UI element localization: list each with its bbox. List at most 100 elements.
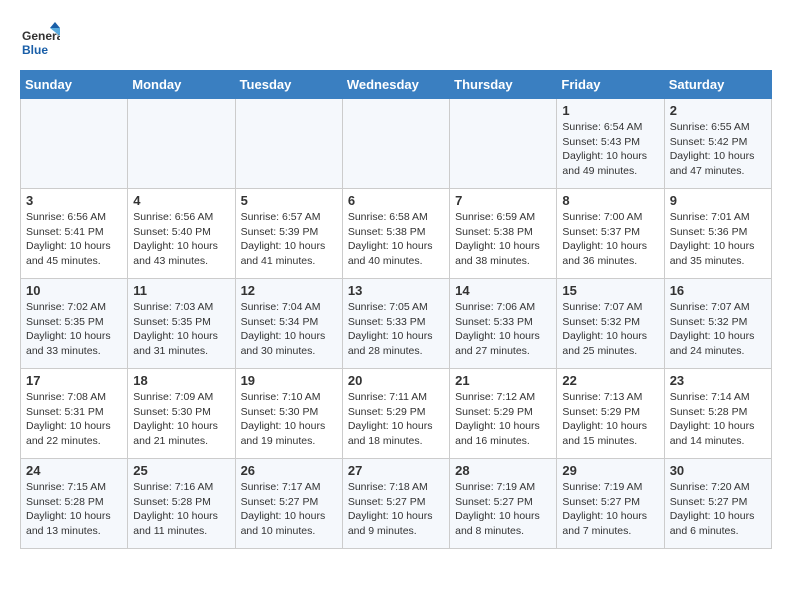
day-info: Sunrise: 7:20 AM Sunset: 5:27 PM Dayligh… (670, 480, 766, 539)
day-info: Sunrise: 7:13 AM Sunset: 5:29 PM Dayligh… (562, 390, 658, 449)
day-number: 23 (670, 373, 766, 388)
day-cell: 1Sunrise: 6:54 AM Sunset: 5:43 PM Daylig… (557, 99, 664, 189)
day-number: 14 (455, 283, 551, 298)
day-cell: 30 Sunrise: 7:20 AM Sunset: 5:27 PM Dayli… (664, 459, 771, 549)
day-cell: 24 Sunrise: 7:15 AM Sunset: 5:28 PM Dayli… (21, 459, 128, 549)
day-number: 29 (562, 463, 658, 478)
day-number: 15 (562, 283, 658, 298)
day-number: 6 (348, 193, 444, 208)
day-number: 27 (348, 463, 444, 478)
day-cell: 22 Sunrise: 7:13 AM Sunset: 5:29 PM Dayli… (557, 369, 664, 459)
day-info: Sunrise: 7:01 AM Sunset: 5:36 PM Dayligh… (670, 210, 766, 269)
day-info: Sunrise: 6:57 AM Sunset: 5:39 PM Dayligh… (241, 210, 337, 269)
day-cell: 3 Sunrise: 6:56 AM Sunset: 5:41 PM Daylig… (21, 189, 128, 279)
day-info: Sunrise: 7:18 AM Sunset: 5:27 PM Dayligh… (348, 480, 444, 539)
day-info: Sunrise: 7:04 AM Sunset: 5:34 PM Dayligh… (241, 300, 337, 359)
day-number: 25 (133, 463, 229, 478)
day-cell: 17 Sunrise: 7:08 AM Sunset: 5:31 PM Dayli… (21, 369, 128, 459)
day-cell: 14 Sunrise: 7:06 AM Sunset: 5:33 PM Dayli… (450, 279, 557, 369)
day-cell (128, 99, 235, 189)
day-info: Sunrise: 7:00 AM Sunset: 5:37 PM Dayligh… (562, 210, 658, 269)
column-header-saturday: Saturday (664, 71, 771, 99)
day-info: Sunrise: 7:11 AM Sunset: 5:29 PM Dayligh… (348, 390, 444, 449)
day-info: Sunrise: 6:56 AM Sunset: 5:41 PM Dayligh… (26, 210, 122, 269)
day-info: Sunrise: 7:06 AM Sunset: 5:33 PM Dayligh… (455, 300, 551, 359)
day-cell: 19 Sunrise: 7:10 AM Sunset: 5:30 PM Dayli… (235, 369, 342, 459)
day-cell: 9 Sunrise: 7:01 AM Sunset: 5:36 PM Daylig… (664, 189, 771, 279)
day-info: Sunrise: 7:17 AM Sunset: 5:27 PM Dayligh… (241, 480, 337, 539)
day-number: 3 (26, 193, 122, 208)
day-cell: 2Sunrise: 6:55 AM Sunset: 5:42 PM Daylig… (664, 99, 771, 189)
day-cell: 5 Sunrise: 6:57 AM Sunset: 5:39 PM Daylig… (235, 189, 342, 279)
day-number: 10 (26, 283, 122, 298)
day-number: 12 (241, 283, 337, 298)
day-info: Sunrise: 7:19 AM Sunset: 5:27 PM Dayligh… (562, 480, 658, 539)
day-info: Sunrise: 7:15 AM Sunset: 5:28 PM Dayligh… (26, 480, 122, 539)
day-info: Sunrise: 7:16 AM Sunset: 5:28 PM Dayligh… (133, 480, 229, 539)
day-info: Sunrise: 7:14 AM Sunset: 5:28 PM Dayligh… (670, 390, 766, 449)
day-number: 24 (26, 463, 122, 478)
header: General Blue (20, 20, 772, 60)
day-info: Sunrise: 7:02 AM Sunset: 5:35 PM Dayligh… (26, 300, 122, 359)
day-info: Sunrise: 6:59 AM Sunset: 5:38 PM Dayligh… (455, 210, 551, 269)
day-info: Sunrise: 7:10 AM Sunset: 5:30 PM Dayligh… (241, 390, 337, 449)
day-number: 5 (241, 193, 337, 208)
day-number: 4 (133, 193, 229, 208)
day-number: 17 (26, 373, 122, 388)
day-cell: 11 Sunrise: 7:03 AM Sunset: 5:35 PM Dayli… (128, 279, 235, 369)
day-number: 13 (348, 283, 444, 298)
day-info: Sunrise: 6:55 AM Sunset: 5:42 PM Dayligh… (670, 120, 766, 179)
day-cell: 26 Sunrise: 7:17 AM Sunset: 5:27 PM Dayli… (235, 459, 342, 549)
day-info: Sunrise: 6:58 AM Sunset: 5:38 PM Dayligh… (348, 210, 444, 269)
column-header-wednesday: Wednesday (342, 71, 449, 99)
calendar-table: SundayMondayTuesdayWednesdayThursdayFrid… (20, 70, 772, 549)
day-number: 11 (133, 283, 229, 298)
day-info: Sunrise: 6:56 AM Sunset: 5:40 PM Dayligh… (133, 210, 229, 269)
week-row-1: 1Sunrise: 6:54 AM Sunset: 5:43 PM Daylig… (21, 99, 772, 189)
day-info: Sunrise: 7:08 AM Sunset: 5:31 PM Dayligh… (26, 390, 122, 449)
day-number: 30 (670, 463, 766, 478)
day-info: Sunrise: 7:19 AM Sunset: 5:27 PM Dayligh… (455, 480, 551, 539)
day-cell: 18Sunrise: 7:09 AM Sunset: 5:30 PM Dayli… (128, 369, 235, 459)
column-header-thursday: Thursday (450, 71, 557, 99)
day-number: 19 (241, 373, 337, 388)
day-info: Sunrise: 7:03 AM Sunset: 5:35 PM Dayligh… (133, 300, 229, 359)
day-cell: 28 Sunrise: 7:19 AM Sunset: 5:27 PM Dayli… (450, 459, 557, 549)
day-number: 26 (241, 463, 337, 478)
day-number: 28 (455, 463, 551, 478)
week-row-4: 17 Sunrise: 7:08 AM Sunset: 5:31 PM Dayli… (21, 369, 772, 459)
day-cell: 23 Sunrise: 7:14 AM Sunset: 5:28 PM Dayli… (664, 369, 771, 459)
day-cell: 27 Sunrise: 7:18 AM Sunset: 5:27 PM Dayli… (342, 459, 449, 549)
week-row-5: 24 Sunrise: 7:15 AM Sunset: 5:28 PM Dayli… (21, 459, 772, 549)
day-cell: 16Sunrise: 7:07 AM Sunset: 5:32 PM Dayli… (664, 279, 771, 369)
day-cell: 25 Sunrise: 7:16 AM Sunset: 5:28 PM Dayli… (128, 459, 235, 549)
day-number: 7 (455, 193, 551, 208)
week-row-2: 3 Sunrise: 6:56 AM Sunset: 5:41 PM Daylig… (21, 189, 772, 279)
day-number: 9 (670, 193, 766, 208)
day-cell: 13 Sunrise: 7:05 AM Sunset: 5:33 PM Dayli… (342, 279, 449, 369)
day-cell (342, 99, 449, 189)
svg-text:Blue: Blue (22, 43, 48, 57)
day-info: Sunrise: 6:54 AM Sunset: 5:43 PM Dayligh… (562, 120, 658, 179)
day-cell: 20 Sunrise: 7:11 AM Sunset: 5:29 PM Dayli… (342, 369, 449, 459)
day-cell: 4 Sunrise: 6:56 AM Sunset: 5:40 PM Daylig… (128, 189, 235, 279)
day-cell: 6 Sunrise: 6:58 AM Sunset: 5:38 PM Daylig… (342, 189, 449, 279)
day-cell (235, 99, 342, 189)
day-info: Sunrise: 7:07 AM Sunset: 5:32 PM Dayligh… (562, 300, 658, 359)
column-header-friday: Friday (557, 71, 664, 99)
logo: General Blue (20, 20, 64, 60)
day-cell: 12 Sunrise: 7:04 AM Sunset: 5:34 PM Dayli… (235, 279, 342, 369)
day-number: 22 (562, 373, 658, 388)
column-header-monday: Monday (128, 71, 235, 99)
day-cell: 7 Sunrise: 6:59 AM Sunset: 5:38 PM Daylig… (450, 189, 557, 279)
day-cell: 29 Sunrise: 7:19 AM Sunset: 5:27 PM Dayli… (557, 459, 664, 549)
week-row-3: 10 Sunrise: 7:02 AM Sunset: 5:35 PM Dayli… (21, 279, 772, 369)
day-info: Sunrise: 7:05 AM Sunset: 5:33 PM Dayligh… (348, 300, 444, 359)
day-cell: 8 Sunrise: 7:00 AM Sunset: 5:37 PM Daylig… (557, 189, 664, 279)
day-number: 20 (348, 373, 444, 388)
day-info: Sunrise: 7:07 AM Sunset: 5:32 PM Dayligh… (670, 300, 766, 359)
day-cell: 10 Sunrise: 7:02 AM Sunset: 5:35 PM Dayli… (21, 279, 128, 369)
day-number: 8 (562, 193, 658, 208)
day-info: Sunrise: 7:12 AM Sunset: 5:29 PM Dayligh… (455, 390, 551, 449)
day-cell: 15 Sunrise: 7:07 AM Sunset: 5:32 PM Dayli… (557, 279, 664, 369)
